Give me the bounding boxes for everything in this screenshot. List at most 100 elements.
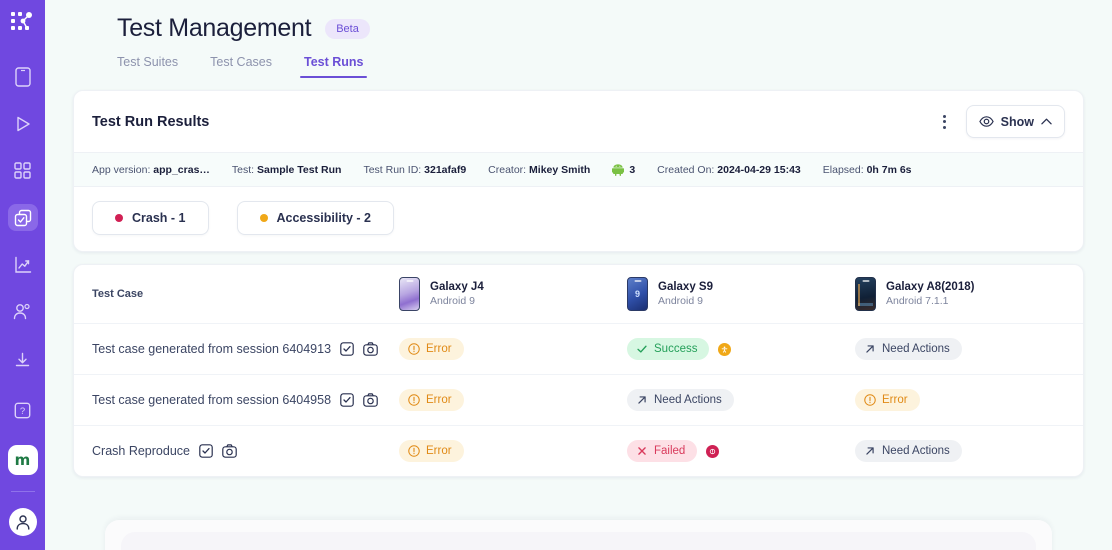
chip-accessibility[interactable]: Accessibility - 2 [236, 201, 394, 235]
meta-android-count: 3 [612, 163, 635, 176]
camera-icon[interactable] [363, 342, 378, 356]
checkbox-icon[interactable] [340, 342, 354, 356]
svg-text:?: ? [20, 406, 25, 417]
status-badge[interactable]: Error [855, 389, 920, 411]
status-badge[interactable]: Error [399, 338, 464, 360]
meta-elapsed: Elapsed: 0h 7m 6s [823, 164, 912, 176]
status-label: Error [426, 343, 452, 355]
chip-accessibility-label: Accessibility - 2 [276, 211, 372, 225]
row-test-case-cell: Test case generated from session 6404958 [74, 393, 399, 407]
test-case-label: Test case generated from session 6404913 [92, 342, 332, 356]
camera-icon[interactable] [222, 444, 237, 458]
row-cell-device-3: Need Actions [855, 440, 1083, 462]
row-cell-device-2: Need Actions [627, 389, 855, 411]
play-icon [16, 116, 30, 131]
sidebar-item-test-management[interactable] [7, 204, 38, 231]
meta-created-on: Created On: 2024-04-29 15:43 [657, 164, 801, 176]
eye-icon [978, 116, 994, 127]
phone-thumbnail-galaxy-a8 [855, 277, 876, 311]
meta-creator: Creator: Mikey Smith [488, 164, 590, 176]
device-os: Android 7.1.1 [886, 295, 949, 307]
status-label: Error [426, 445, 452, 457]
tab-test-suites[interactable]: Test Suites [117, 55, 178, 78]
chart-line-icon [14, 256, 31, 273]
app-root: ? m Test Management Beta Test Suites Tes… [0, 0, 1112, 550]
table-row[interactable]: Test case generated from session 6404913 [74, 324, 1083, 375]
status-label: Error [426, 394, 452, 406]
device-os: Android 9 [430, 295, 475, 307]
x-icon [638, 447, 646, 455]
status-badge[interactable]: Error [399, 440, 464, 462]
sidebar-item-team[interactable] [8, 298, 38, 325]
row-cell-device-1: Error [399, 440, 627, 462]
meta-app-version: App version: app_cras… [92, 164, 210, 176]
app-logo-icon[interactable] [8, 10, 38, 37]
avatar[interactable] [8, 508, 37, 536]
android-icon [612, 164, 625, 176]
status-badge[interactable]: Need Actions [855, 338, 962, 360]
sidebar-item-analytics[interactable] [8, 251, 38, 278]
status-badge[interactable]: Need Actions [627, 389, 734, 411]
sidebar-item-devices[interactable] [8, 63, 38, 90]
meta-app-version-value: app_cras… [153, 163, 210, 176]
crash-issue-badge[interactable] [706, 444, 720, 458]
status-badge[interactable]: Error [399, 389, 464, 411]
device-name: Galaxy A8(2018) [886, 281, 975, 293]
table-row[interactable]: Test case generated from session 6404958 [74, 375, 1083, 426]
status-badge[interactable]: Need Actions [855, 440, 962, 462]
show-button-label: Show [1000, 114, 1034, 129]
issue-filter-chips: Crash - 1 Accessibility - 2 [74, 187, 1083, 251]
brand-badge[interactable]: m [7, 445, 38, 475]
table-header-device-3: Galaxy A8(2018) Android 7.1.1 [855, 277, 1083, 311]
main-content: Test Management Beta Test Suites Test Ca… [45, 0, 1112, 550]
accessibility-issue-badge[interactable] [718, 342, 732, 356]
accessibility-dot-icon [259, 214, 268, 222]
sidebar-divider [10, 491, 35, 492]
status-label: Need Actions [654, 394, 722, 406]
grid-icon [14, 162, 31, 179]
page-title: Test Management [117, 14, 312, 42]
camera-icon[interactable] [363, 393, 378, 407]
crash-dot-icon [115, 214, 123, 222]
test-results-table: Test Case Galaxy J4 Android 9 9 Galaxy S… [73, 264, 1084, 477]
status-badge[interactable]: Success [627, 338, 710, 360]
alert-circle-icon [408, 445, 420, 457]
table-header-device-1: Galaxy J4 Android 9 [399, 277, 627, 311]
checkbox-icon[interactable] [199, 444, 213, 458]
alert-circle-icon [864, 394, 876, 406]
status-badge[interactable]: Failed [627, 440, 698, 462]
chip-crash[interactable]: Crash - 1 [92, 201, 209, 235]
alert-circle-icon [408, 394, 420, 406]
tab-test-cases[interactable]: Test Cases [210, 55, 272, 78]
row-cell-device-3: Error [855, 389, 1083, 411]
sidebar-item-apps[interactable] [8, 157, 38, 184]
meta-created-value: 2024-04-29 15:43 [717, 163, 801, 176]
people-icon [13, 303, 30, 320]
chip-crash-label: Crash - 1 [132, 211, 186, 225]
card-header: Test Run Results Show [74, 91, 1083, 153]
arrow-up-right-icon [866, 345, 874, 353]
checkbox-icon[interactable] [340, 393, 354, 407]
tab-test-runs[interactable]: Test Runs [300, 55, 367, 78]
show-button[interactable]: Show [965, 105, 1065, 138]
check-icon [637, 345, 647, 353]
phone-icon [14, 66, 31, 87]
more-options-icon[interactable] [937, 111, 952, 133]
sidebar-item-downloads[interactable] [8, 345, 38, 375]
row-cell-device-2: Success [627, 338, 855, 360]
meta-android-count-value: 3 [629, 163, 636, 176]
status-label: Error [882, 394, 908, 406]
meta-test: Test: Sample Test Run [232, 164, 342, 176]
sidebar-item-play[interactable] [8, 110, 38, 137]
table-row[interactable]: Crash Reproduce Error Failed Need Action… [74, 426, 1083, 476]
arrow-up-right-icon [638, 396, 646, 404]
arrow-up-right-icon [866, 447, 874, 455]
status-label: Need Actions [882, 343, 950, 355]
row-test-case-cell: Crash Reproduce [74, 444, 399, 458]
device-name: Galaxy J4 [430, 281, 484, 293]
status-label: Success [654, 343, 698, 355]
sidebar-item-help[interactable]: ? [8, 395, 38, 425]
meta-run-id: Test Run ID: 321afaf9 [363, 164, 466, 176]
device-name: Galaxy S9 [658, 281, 713, 293]
sidebar: ? m [0, 0, 45, 550]
